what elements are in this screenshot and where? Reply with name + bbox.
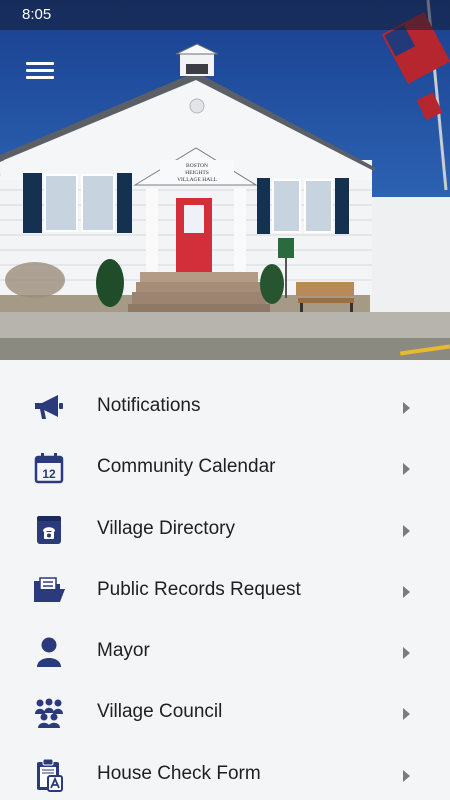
menu-item-label: Mayor: [97, 640, 150, 662]
menu-item-label: House Check Form: [97, 762, 261, 784]
group-icon: [31, 697, 67, 729]
sign-line-1: BOSTON: [186, 163, 208, 169]
chevron-right-icon: [403, 708, 410, 721]
menu-item-mayor[interactable]: Mayor: [0, 622, 450, 683]
main-menu: Notifications 12 Community Calendar Vill…: [0, 377, 450, 800]
menu-item-label: Village Directory: [97, 517, 235, 539]
person-icon: [31, 636, 67, 668]
chevron-right-icon: [403, 402, 410, 414]
menu-item-notifications[interactable]: Notifications: [0, 377, 450, 438]
phone-directory-icon: [31, 514, 67, 546]
menu-item-label: Notifications: [97, 395, 201, 416]
chevron-right-icon: [403, 463, 410, 476]
megaphone-icon: [31, 391, 67, 423]
menu-item-label: Public Records Request: [97, 578, 301, 600]
status-bar: 8:05: [0, 0, 450, 30]
sign-line-3: VILLAGE HALL: [177, 177, 218, 183]
calendar-day-number: 12: [42, 467, 56, 481]
menu-item-community-calendar[interactable]: 12 Community Calendar: [0, 438, 450, 499]
calendar-icon: 12: [31, 452, 67, 484]
sign-line-2: HEIGHTS: [185, 170, 209, 176]
chevron-right-icon: [403, 585, 410, 598]
menu-item-label: Community Calendar: [97, 456, 276, 478]
hero-image: BOSTON HEIGHTS VILLAGE HALL: [0, 0, 450, 360]
chevron-right-icon: [403, 647, 410, 660]
status-time: 8:05: [22, 6, 52, 23]
menu-item-village-directory[interactable]: Village Directory: [0, 500, 450, 561]
folder-icon: [31, 575, 67, 607]
menu-item-house-check-form[interactable]: House Check Form: [0, 745, 450, 800]
menu-item-village-council[interactable]: Village Council: [0, 683, 450, 744]
menu-item-public-records-request[interactable]: Public Records Request: [0, 561, 450, 622]
clipboard-icon: [31, 758, 67, 792]
chevron-right-icon: [403, 524, 410, 537]
chevron-right-icon: [403, 769, 410, 782]
hamburger-menu-icon[interactable]: [26, 60, 54, 82]
menu-item-label: Village Council: [97, 701, 223, 723]
